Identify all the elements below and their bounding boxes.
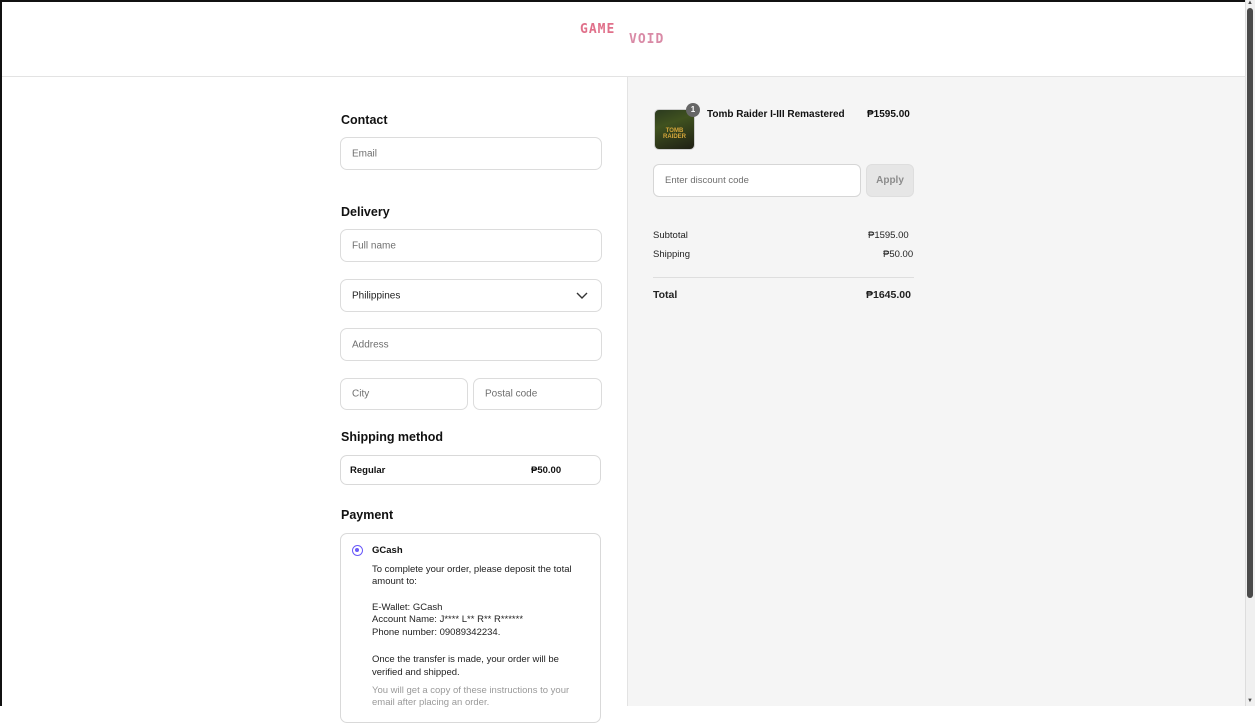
country-value: Philippines	[352, 290, 401, 301]
discount-code-placeholder: Enter discount code	[665, 175, 749, 186]
gcash-radio[interactable]	[352, 545, 363, 556]
payment-note-line: email after placing an order.	[372, 697, 490, 708]
payment-instruction-line: Once the transfer is made, your order wi…	[372, 654, 559, 665]
logo-text-void: VOID	[629, 32, 665, 47]
product-name: Tomb Raider I-III Remastered	[707, 109, 845, 120]
apply-button[interactable]: Apply	[866, 164, 914, 197]
city-field[interactable]: City	[340, 378, 468, 410]
shipping-value: ₱50.00	[883, 249, 914, 260]
postal-code-placeholder: Postal code	[485, 388, 538, 400]
logo-text-game: GAME	[580, 22, 616, 37]
payment-note-line: You will get a copy of these instruction…	[372, 685, 570, 696]
full-name-placeholder: Full name	[352, 240, 396, 251]
scrollbar-thumb[interactable]	[1247, 8, 1253, 598]
quantity-badge: 1	[686, 103, 700, 117]
email-field[interactable]: Email	[340, 137, 602, 170]
summary-divider	[653, 277, 914, 278]
page-header: GAME VOID	[2, 2, 1245, 77]
payment-instruction-line: Phone number: 09089342234.	[372, 627, 501, 638]
shipping-method-price: ₱50.00	[531, 465, 562, 476]
payment-instruction-line: amount to:	[372, 576, 417, 587]
full-name-field[interactable]: Full name	[340, 229, 602, 262]
payment-instruction-line: Account Name: J**** L** R** R******	[372, 614, 524, 625]
scroll-up-arrow-icon[interactable]: ▲	[1247, 0, 1253, 6]
total-label: Total	[653, 289, 678, 301]
shipping-option-regular[interactable]: Regular ₱50.00	[340, 455, 601, 485]
city-placeholder: City	[352, 388, 370, 400]
payment-instruction-line: To complete your order, please deposit t…	[372, 564, 572, 575]
delivery-title: Delivery	[341, 205, 390, 219]
game-void-logo[interactable]: GAME VOID	[577, 16, 683, 60]
address-field[interactable]: Address	[340, 328, 602, 361]
total-value: ₱1645.00	[866, 289, 911, 301]
shipping-method-label: Regular	[350, 465, 386, 476]
subtotal-value: ₱1595.00	[868, 230, 909, 241]
shipping-method-title: Shipping method	[341, 430, 444, 444]
gcash-label: GCash	[372, 545, 403, 556]
address-placeholder: Address	[352, 339, 389, 350]
payment-instruction-line: E-Wallet: GCash	[372, 602, 443, 613]
email-placeholder: Email	[352, 148, 378, 159]
contact-title: Contact	[341, 113, 388, 127]
payment-option-box: GCash To complete your order, please dep…	[340, 533, 601, 723]
payment-title: Payment	[341, 508, 394, 522]
subtotal-label: Subtotal	[653, 230, 688, 241]
payment-instruction-line: verified and shipped.	[372, 667, 460, 678]
chevron-down-icon	[576, 292, 588, 299]
scroll-down-arrow-icon[interactable]: ▼	[1247, 698, 1253, 704]
order-summary-panel: TOMB RAIDER 1 Tomb Raider I-III Remaster…	[627, 77, 1246, 706]
postal-code-field[interactable]: Postal code	[473, 378, 602, 410]
discount-code-input[interactable]: Enter discount code	[653, 164, 861, 197]
shipping-label: Shipping	[653, 249, 690, 260]
country-select[interactable]: Philippines	[340, 279, 602, 312]
product-thumbnail-title: TOMB RAIDER	[662, 128, 686, 140]
product-price: ₱1595.00	[867, 109, 910, 120]
